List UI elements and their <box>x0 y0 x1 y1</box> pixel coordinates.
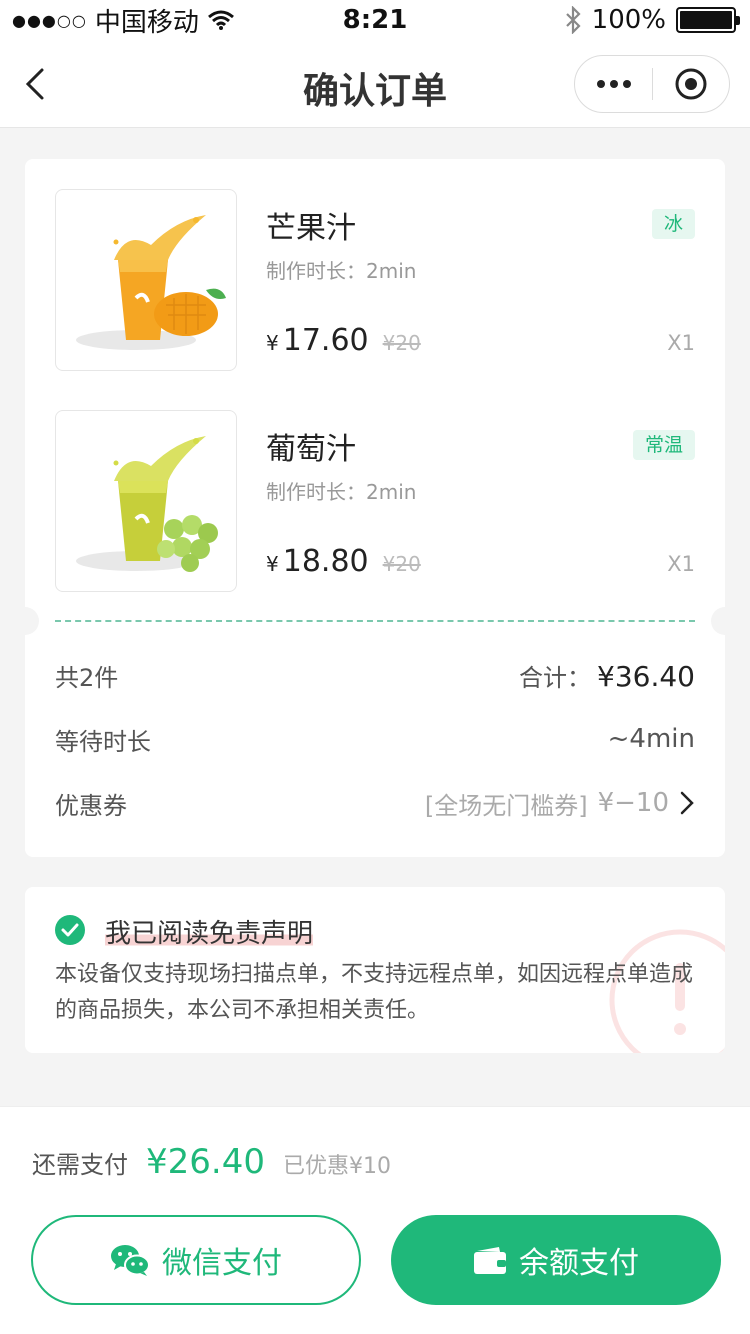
status-left: ●●●○○ 中国移动 <box>12 2 312 39</box>
original-price: ¥20 <box>382 552 421 576</box>
pay-summary: 还需支付 ¥26.40 已优惠¥10 <box>32 1142 391 1182</box>
wechat-pay-button[interactable]: 微信支付 <box>31 1215 361 1305</box>
total-label: 合计： <box>519 663 592 692</box>
wifi-icon <box>207 10 234 30</box>
carrier-label: 中国移动 <box>94 7 199 38</box>
total-value: ¥36.40 <box>597 659 695 693</box>
balance-pay-label: 余额支付 <box>519 1246 639 1281</box>
wait-time-row: 等待时长 ~4min <box>55 719 695 759</box>
total-group: 合计： ¥36.40 <box>519 658 695 693</box>
currency-symbol: ¥ <box>266 331 279 355</box>
coupon-row[interactable]: 优惠券 [全场无门槛券] ¥−10 <box>55 783 695 823</box>
bluetooth-icon <box>565 6 581 34</box>
disclaimer-title[interactable]: 我已阅读免责声明 <box>105 913 314 950</box>
status-right: 100% <box>564 0 740 40</box>
wallet-icon <box>474 1247 506 1274</box>
battery-label: 100% <box>591 5 666 35</box>
price-row: ¥ 17.60 ¥20 <box>266 323 421 358</box>
wechat-icon <box>111 1245 150 1276</box>
saved-amount: 已优惠¥10 <box>282 1154 391 1179</box>
coupon-selector[interactable]: [全场无门槛券] ¥−10 <box>425 786 695 821</box>
currency-symbol: ¥ <box>266 552 279 576</box>
signal-icon: ●●●○○ <box>12 10 87 30</box>
chevron-right-icon <box>680 791 694 815</box>
original-price: ¥20 <box>382 331 421 355</box>
battery-icon <box>676 7 740 33</box>
perforation-notch-right <box>711 607 739 635</box>
capsule-menu <box>574 55 730 113</box>
product-duration: 制作时长：2min <box>266 259 417 283</box>
product-image-grape <box>55 410 237 592</box>
price-row: ¥ 18.80 ¥20 <box>266 544 421 579</box>
order-card: 芒果汁 制作时长：2min 冰 ¥ 17.60 ¥20 X1 葡萄汁 制作时长：… <box>11 159 739 857</box>
coupon-label: 优惠券 <box>55 791 127 820</box>
close-target-icon[interactable] <box>653 56 729 112</box>
payment-bar: 还需支付 ¥26.40 已优惠¥10 微信支付 余额支付 <box>0 1106 750 1334</box>
temperature-tag: 冰 <box>651 209 695 239</box>
need-pay-label: 还需支付 <box>32 1151 128 1179</box>
more-icon[interactable] <box>575 56 652 112</box>
perforation-notch-left <box>11 607 39 635</box>
disclaimer-text: 本设备仅支持现场扫描点单，不支持远程点单，如因远程点单造成的商品损失，本公司不承… <box>55 962 694 1023</box>
product-name: 芒果汁 <box>266 211 356 246</box>
temperature-tag: 常温 <box>632 430 695 460</box>
disclaimer-card: 我已阅读免责声明 本设备仅支持现场扫描点单，不支持远程点单，如因远程点单造成的商… <box>25 887 725 1053</box>
balance-pay-button[interactable]: 余额支付 <box>391 1215 721 1305</box>
product-name: 葡萄汁 <box>266 432 356 467</box>
wait-value: ~4min <box>607 724 695 754</box>
product-price: 17.60 <box>282 323 369 358</box>
coupon-amount: ¥−10 <box>597 788 669 818</box>
product-quantity: X1 <box>667 552 695 576</box>
check-circle-icon[interactable] <box>55 915 85 945</box>
product-item-grape: 葡萄汁 制作时长：2min 常温 ¥ 18.80 ¥20 X1 <box>55 410 695 592</box>
product-duration: 制作时长：2min <box>266 480 417 504</box>
summary-total-row: 共2件 合计： ¥36.40 <box>55 655 695 695</box>
wechat-pay-label: 微信支付 <box>162 1246 282 1281</box>
nav-bar: 确认订单 <box>0 40 750 128</box>
need-pay-amount: ¥26.40 <box>146 1142 265 1182</box>
status-bar: ●●●○○ 中国移动 8:21 100% <box>0 0 750 40</box>
item-count: 共2件 <box>55 663 119 692</box>
product-image-mango <box>55 189 237 371</box>
product-quantity: X1 <box>667 331 695 355</box>
perforation-divider <box>55 620 695 622</box>
product-item-mango: 芒果汁 制作时长：2min 冰 ¥ 17.60 ¥20 X1 <box>55 189 695 371</box>
wait-label: 等待时长 <box>55 727 151 756</box>
coupon-name: [全场无门槛券] <box>424 791 588 820</box>
product-price: 18.80 <box>282 544 369 579</box>
